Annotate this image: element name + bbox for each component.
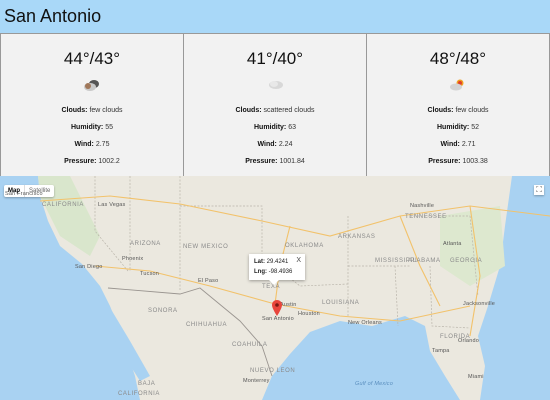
broken-clouds-icon <box>1 73 183 97</box>
pressure-value: 1001.84 <box>279 158 305 165</box>
location-marker-icon[interactable] <box>272 300 282 316</box>
few-clouds-sun-icon <box>367 73 549 97</box>
map-label: San Antonio <box>262 316 294 322</box>
map-label: Monterrey <box>243 378 270 384</box>
wind-value: 2.71 <box>461 141 476 148</box>
close-icon[interactable]: X <box>296 256 301 266</box>
clouds-value: few clouds <box>89 107 123 114</box>
forecast-cards: 44°/43° Clouds: few clouds Humidity: 55 … <box>0 33 550 177</box>
map-view[interactable]: Map Satellite ⛶ San Francisco CALIFORNIA… <box>0 176 550 400</box>
map-label: Jacksonville <box>463 301 496 307</box>
clouds-value: scattered clouds <box>263 107 315 114</box>
map-label: New Orleans <box>348 320 382 326</box>
map-label: San Diego <box>75 264 103 270</box>
pressure-value: 1003.38 <box>462 158 488 165</box>
map-label: Gulf of Mexico <box>355 381 393 387</box>
map-label: NUEVO LEON <box>250 368 296 374</box>
wind-value: 2.24 <box>278 141 293 148</box>
map-label: San Francisco <box>5 191 43 197</box>
map-label: SONORA <box>148 308 178 314</box>
fullscreen-icon[interactable]: ⛶ <box>534 185 544 195</box>
humidity-value: 55 <box>105 124 114 131</box>
map-label: BAJA <box>138 381 156 387</box>
forecast-card: 48°/48° Clouds: few clouds Humidity: 52 … <box>366 34 550 176</box>
map-label: ALABAMA <box>408 258 441 264</box>
forecast-card: 41°/40° Clouds: scattered clouds Humidit… <box>183 34 367 176</box>
map-label: Miami <box>468 374 484 380</box>
scattered-clouds-icon <box>184 73 366 97</box>
humidity-value: 63 <box>288 124 297 131</box>
temperature: 41°/40° <box>246 49 304 68</box>
map-label: Atlanta <box>443 241 462 247</box>
map-label: COAHUILA <box>232 342 268 348</box>
wind-value: 2.75 <box>95 141 110 148</box>
coordinates-popup: Lat: 29.4241 Lng: -98.4936 X <box>249 254 305 285</box>
map-label: NEW MEXICO <box>183 244 229 250</box>
forecast-card: 44°/43° Clouds: few clouds Humidity: 55 … <box>0 34 184 176</box>
map-label: Phoenix <box>122 256 144 262</box>
temperature: 48°/48° <box>429 49 487 68</box>
map-label: El Paso <box>198 278 219 284</box>
map-label: OKLAHOMA <box>285 243 324 249</box>
map-label: Nashville <box>410 203 435 209</box>
map-label: LOUISIANA <box>322 300 360 306</box>
map-label: Tampa <box>432 348 450 354</box>
map-label: Austin <box>280 302 297 308</box>
map-label: Las Vegas <box>98 202 126 208</box>
clouds-value: few clouds <box>455 107 489 114</box>
map-label: CALIFORNIA <box>42 202 85 208</box>
pressure-value: 1002.2 <box>98 158 120 165</box>
map-label: CALIFORNIA <box>118 391 161 397</box>
lat-value: 29.4241 <box>266 259 289 265</box>
map-label: GEORGIA <box>450 258 483 264</box>
lng-value: -98.4936 <box>268 269 293 275</box>
map-label: CHIHUAHUA <box>186 322 228 328</box>
page-title: San Antonio <box>4 6 102 26</box>
map-label: TENNESSEE <box>405 214 447 220</box>
map-label: ARIZONA <box>130 241 161 247</box>
temperature: 44°/43° <box>63 49 121 68</box>
map-label: Tucson <box>140 271 160 277</box>
map-label: Orlando <box>458 338 479 344</box>
humidity-value: 52 <box>471 124 480 131</box>
map-label: Houston <box>298 311 320 317</box>
map-label: ARKANSAS <box>338 234 376 240</box>
